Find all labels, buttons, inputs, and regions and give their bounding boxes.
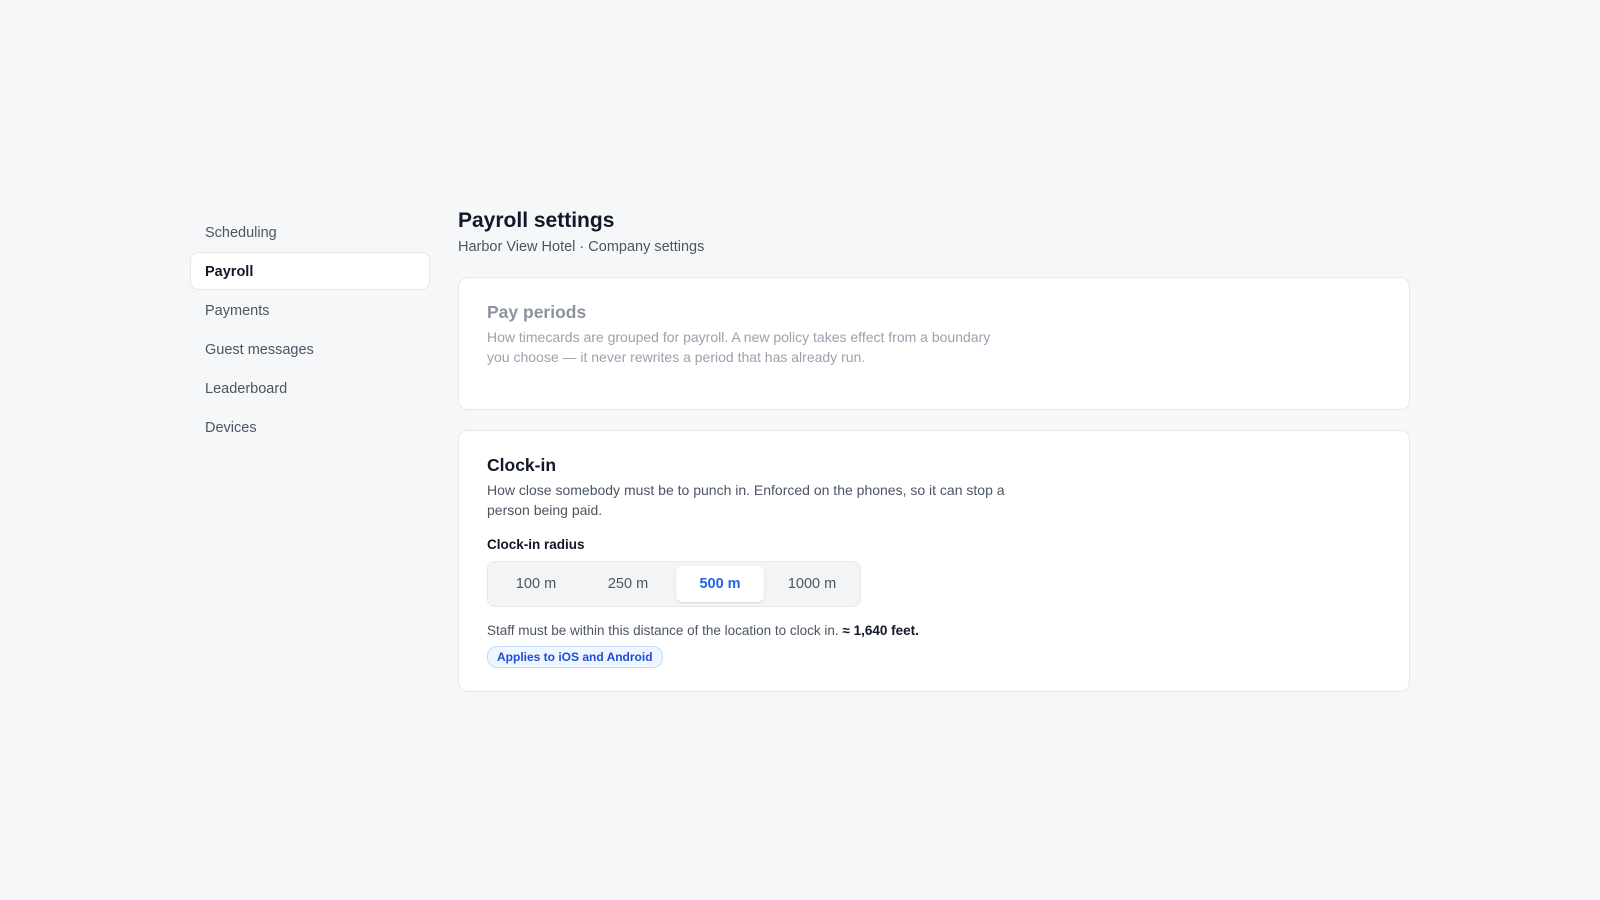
platform-badge: Applies to iOS and Android	[487, 646, 663, 668]
pay-periods-card: Pay periods How timecards are grouped fo…	[458, 277, 1410, 410]
radius-helper-text: Staff must be within this distance of th…	[487, 622, 1381, 640]
clock-in-description: How close somebody must be to punch in. …	[487, 482, 1005, 518]
page-title: Payroll settings	[458, 209, 615, 232]
radius-helper-conversion: ≈ 1,640 feet.	[842, 623, 919, 638]
radius-option-100m[interactable]: 100 m	[492, 566, 580, 602]
pay-periods-description: How timecards are grouped for payroll. A…	[487, 329, 991, 365]
sidebar-item-leaderboard[interactable]: Leaderboard	[190, 369, 430, 407]
pay-periods-title: Pay periods	[487, 302, 587, 322]
main-content: Payroll settings Harbor View Hotel · Com…	[458, 206, 1410, 692]
sidebar-item-devices[interactable]: Devices	[190, 408, 430, 446]
clock-in-title: Clock-in	[487, 455, 557, 475]
clock-in-radius-selector: 100 m 250 m 500 m 1000 m	[487, 561, 861, 607]
radius-option-500m[interactable]: 500 m	[676, 566, 764, 602]
sidebar-item-guest-messages[interactable]: Guest messages	[190, 330, 430, 368]
radius-helper-label: Staff must be within this distance of th…	[487, 623, 839, 638]
sidebar-item-scheduling[interactable]: Scheduling	[190, 213, 430, 251]
sidebar-item-payroll[interactable]: Payroll	[190, 252, 430, 290]
clock-in-card: Clock-in How close somebody must be to p…	[458, 430, 1410, 692]
settings-sidebar: Scheduling Payroll Payments Guest messag…	[190, 213, 430, 447]
clock-in-radius-label: Clock-in radius	[487, 537, 585, 552]
page-subtitle: Harbor View Hotel · Company settings	[458, 239, 705, 255]
sidebar-item-payments[interactable]: Payments	[190, 291, 430, 329]
radius-option-1000m[interactable]: 1000 m	[768, 566, 856, 602]
radius-option-250m[interactable]: 250 m	[584, 566, 672, 602]
